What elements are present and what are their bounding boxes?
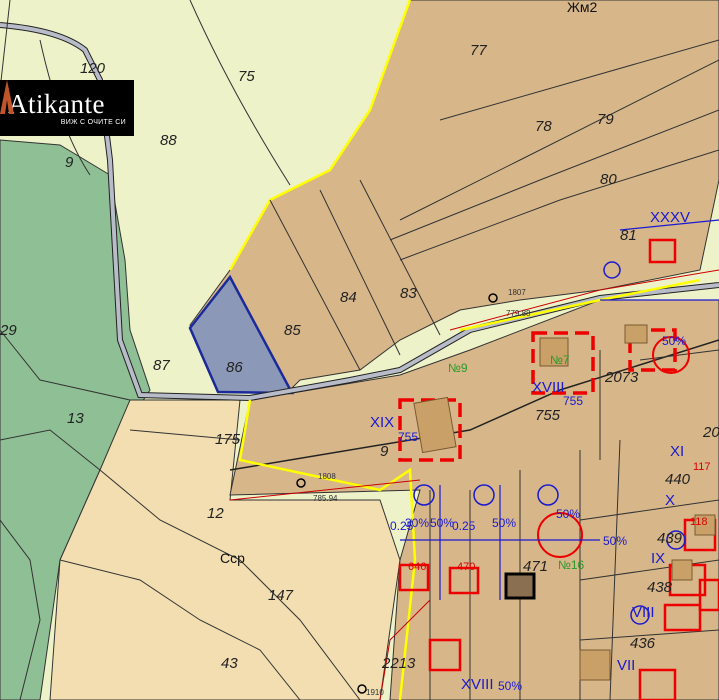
parcel-label: 20 xyxy=(702,424,719,441)
parcel-label: 9 xyxy=(380,443,389,460)
parcel-label: 471 xyxy=(523,558,548,575)
logo-mark-icon xyxy=(0,80,14,114)
parcel-label: 88 xyxy=(160,132,177,149)
parcel-label: 75 xyxy=(238,68,255,85)
address-label: №9 xyxy=(448,361,468,375)
density-label: 0.25 xyxy=(390,519,414,533)
point-label-1910: 1910 xyxy=(366,688,384,697)
point-label-1807: 1807 xyxy=(508,288,526,297)
black-outlined-building xyxy=(504,572,536,600)
percent-label: 50% xyxy=(556,507,580,521)
parcel-label: 9 xyxy=(65,154,74,171)
parcel-label: 43 xyxy=(221,655,238,672)
zone-zm2: Жм2 xyxy=(567,0,598,15)
percent-label: 50% xyxy=(662,334,686,348)
parcel-755-blue: 755 xyxy=(398,430,418,444)
parcel-label: 80 xyxy=(600,171,617,188)
parcel-label: 438 xyxy=(647,579,673,596)
elevation-2: 785.94 xyxy=(313,494,338,503)
atikante-logo[interactable]: Atikante ВИЖ С ОЧИТЕ СИ xyxy=(0,80,134,136)
parcel-label: 13 xyxy=(67,410,84,427)
address-label: №7 xyxy=(550,353,570,367)
parcel-label: 175 xyxy=(215,431,241,448)
cadastral-map[interactable]: Жм2 Сср 77 120 75 88 9 78 79 80 84 83 85… xyxy=(0,0,719,700)
parcel-label: 2213 xyxy=(381,655,416,672)
parcel-label: 77 xyxy=(470,42,487,59)
density-label: 0.25 xyxy=(452,519,476,533)
zone-ssr: Сср xyxy=(220,550,245,566)
parcel-label: 2073 xyxy=(604,369,639,386)
parcel-label: 646 xyxy=(408,561,426,573)
lot-label: XVIII xyxy=(532,379,565,396)
parcel-label: 12 xyxy=(207,505,224,522)
parcel-755-blue: 755 xyxy=(563,394,583,408)
percent-label: 50% xyxy=(603,534,627,548)
parcel-label: 755 xyxy=(535,407,561,424)
percent-label: 50% xyxy=(492,516,516,530)
parcel-label: 117 xyxy=(693,461,711,473)
parcel-label: 29 xyxy=(0,322,17,339)
parcel-label: 147 xyxy=(268,587,294,604)
parcel-label: 439 xyxy=(657,530,683,547)
lot-label: X xyxy=(665,492,675,509)
parcel-label: 436 xyxy=(630,635,656,652)
parcel-label: 440 xyxy=(665,471,691,488)
parcel-label: 79 xyxy=(597,111,614,128)
lot-label: XXXV xyxy=(650,209,690,226)
logo-tagline: ВИЖ С ОЧИТЕ СИ xyxy=(60,118,126,126)
parcel-label: 85 xyxy=(284,322,301,339)
address-label: №16 xyxy=(558,558,585,572)
logo-name: Atikante xyxy=(8,88,105,119)
lot-label: VIII xyxy=(632,604,655,621)
parcel-label: 118 xyxy=(690,516,708,528)
lot-label: VII xyxy=(617,657,635,674)
parcel-label: 84 xyxy=(340,289,357,306)
elevation-1: 779.88 xyxy=(506,309,531,318)
parcel-label: 470 xyxy=(457,561,475,573)
percent-label: 50% xyxy=(430,516,454,530)
lot-label: XI xyxy=(670,443,684,460)
percent-label: 50% xyxy=(498,679,522,693)
parcel-label: 81 xyxy=(620,227,637,244)
parcel-label: 83 xyxy=(400,285,417,302)
point-label-1808: 1808 xyxy=(318,472,336,481)
parcel-label: 78 xyxy=(535,118,552,135)
lot-label: IX xyxy=(651,550,665,567)
parcel-label: 87 xyxy=(153,357,170,374)
parcel-label: 120 xyxy=(80,60,106,77)
parcel-86-label[interactable]: 86 xyxy=(226,359,243,376)
lot-label: XIX xyxy=(370,414,394,431)
lot-label: XVIII xyxy=(461,676,494,693)
